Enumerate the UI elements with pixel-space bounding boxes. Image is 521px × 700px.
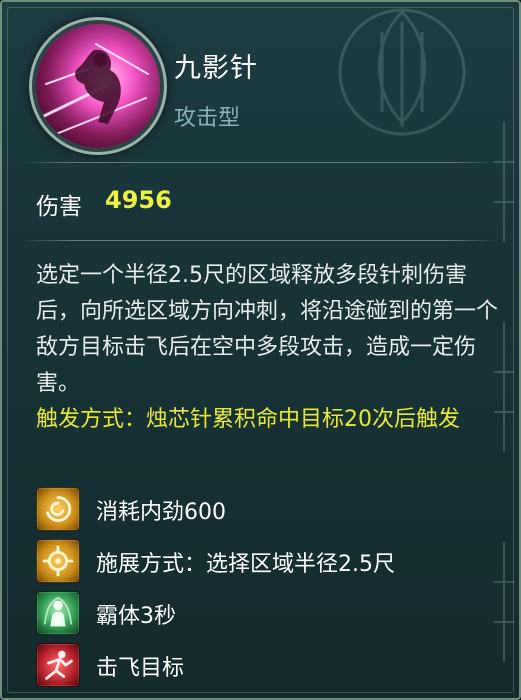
damage-label: 伤害 — [36, 194, 82, 220]
green-figure-aura-icon — [36, 591, 80, 635]
attr-cost-text: 消耗内劲600 — [96, 500, 226, 525]
skill-name: 九影针 — [174, 53, 258, 84]
skill-description: 选定一个半径2.5尺的区域释放多段针刺伤害后，向所选区域方向冲刺，将沿途碰到的第… — [36, 263, 499, 396]
attr-knockup-text: 击飞目标 — [96, 656, 185, 681]
skill-tooltip-panel: 九影针 攻击型 伤害 4956 选定一个半径2.5尺的区域释放多段针刺伤害后，向… — [0, 0, 521, 700]
attr-superarmor-text: 霸体3秒 — [96, 604, 176, 629]
skill-type: 攻击型 — [174, 106, 241, 131]
swirl-energy-icon — [36, 487, 80, 531]
skill-portrait-icon — [36, 24, 160, 148]
divider-middle — [22, 240, 499, 241]
attr-row-superarmor: 霸体3秒 — [36, 591, 506, 635]
attr-cast-text: 施展方式：选择区域半径2.5尺 — [96, 552, 395, 577]
target-reticle-icon — [36, 539, 80, 583]
trigger-condition: 触发方式：烛芯针累积命中目标20次后触发 — [36, 407, 460, 432]
emblem-watermark — [338, 8, 466, 136]
attr-row-cost: 消耗内劲600 — [36, 487, 506, 531]
divider-top — [22, 162, 499, 163]
attr-row-cast: 施展方式：选择区域半径2.5尺 — [36, 539, 506, 583]
damage-value: 4956 — [105, 186, 172, 214]
attr-row-knockup: 击飞目标 — [36, 643, 506, 687]
knockback-figure-icon — [36, 643, 80, 687]
